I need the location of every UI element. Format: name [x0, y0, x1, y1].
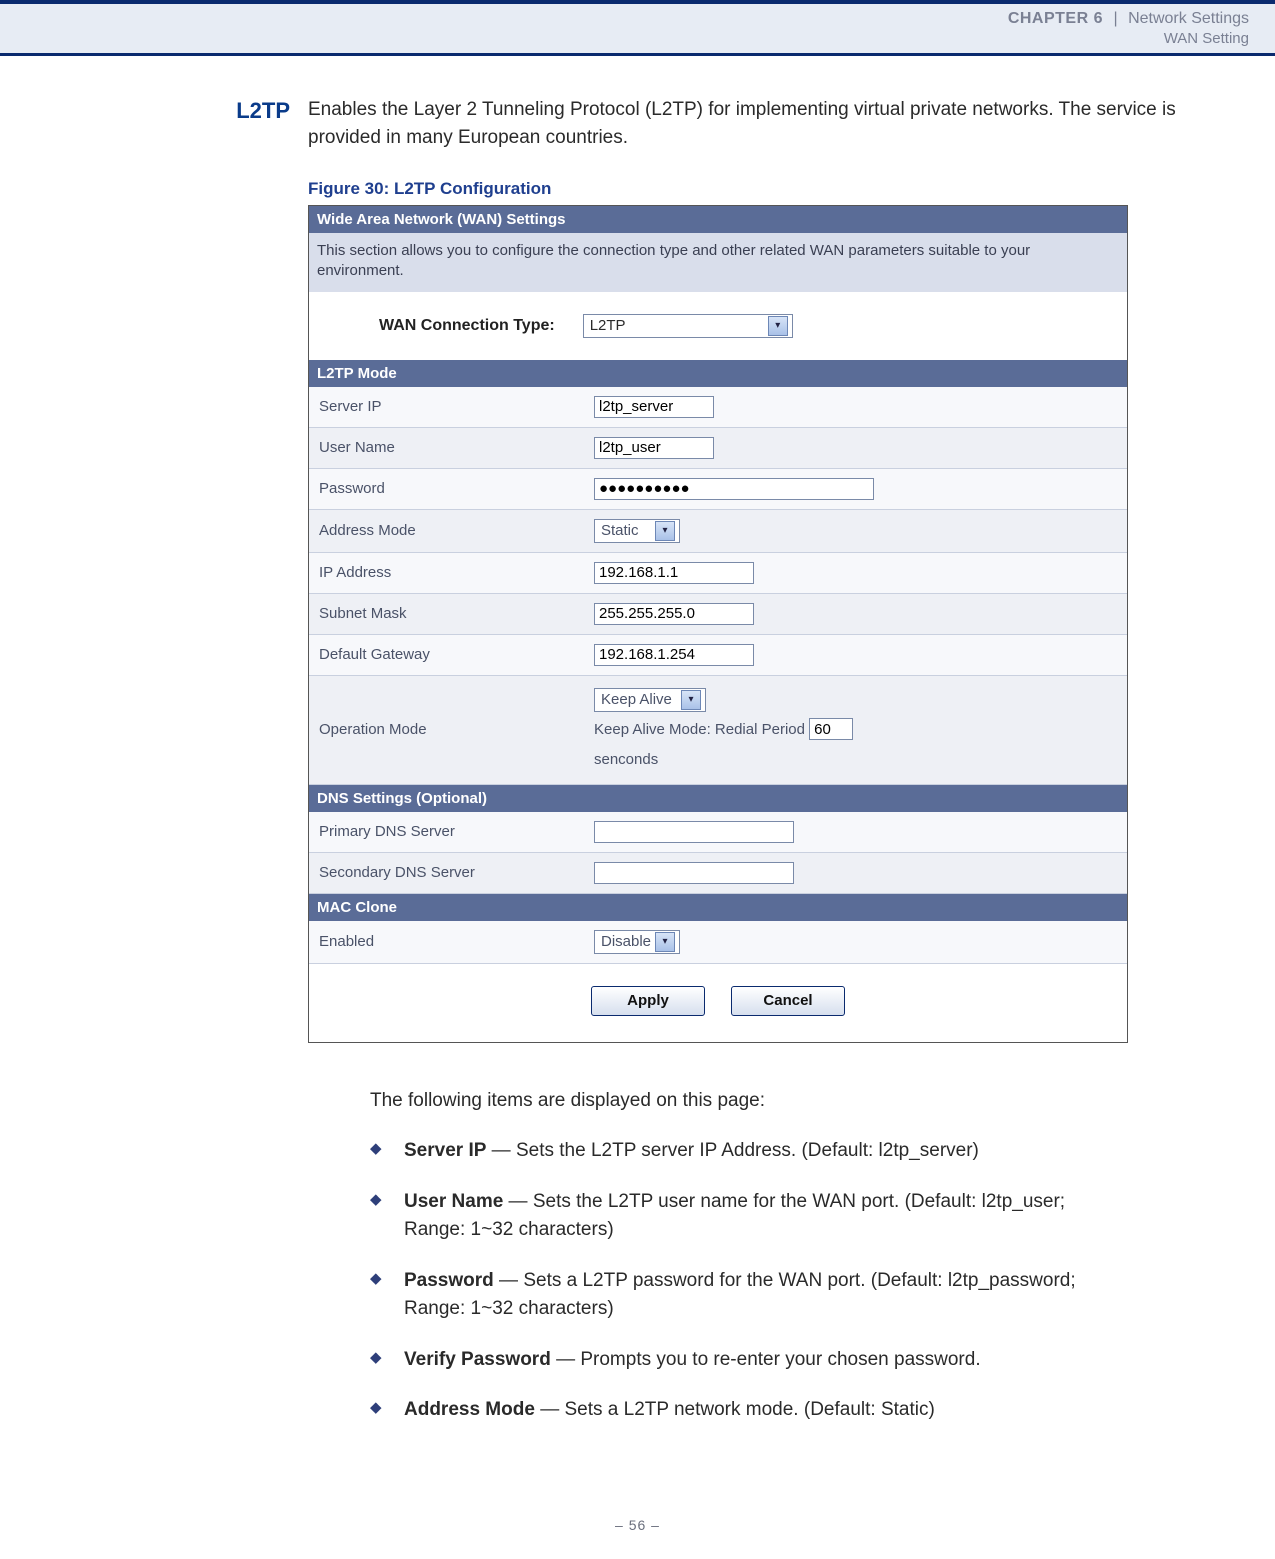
chevron-down-icon: ▾ [681, 690, 701, 710]
primary-dns-input[interactable] [594, 821, 794, 843]
item-term: Verify Password [404, 1349, 551, 1370]
table-row: Server IP [309, 387, 1127, 428]
operation-mode-value: Keep Alive [601, 685, 672, 715]
user-name-input[interactable] [594, 437, 714, 459]
default-gateway-label: Default Gateway [309, 634, 584, 675]
chevron-down-icon: ▾ [655, 932, 675, 952]
address-mode-value: Static [601, 522, 639, 539]
item-desc: — Sets the L2TP server IP Address. (Defa… [486, 1140, 978, 1161]
item-term: User Name [404, 1191, 503, 1212]
section-lead-text: Enables the Layer 2 Tunneling Protocol (… [308, 96, 1185, 151]
list-item: Password — Sets a L2TP password for the … [370, 1267, 1130, 1346]
item-term: Password [404, 1270, 494, 1291]
dns-settings-header: DNS Settings (Optional) [309, 785, 1127, 812]
section-intro-row: L2TP Enables the Layer 2 Tunneling Proto… [90, 96, 1185, 151]
content-area: L2TP Enables the Layer 2 Tunneling Proto… [0, 56, 1275, 1477]
header-separator: | [1113, 10, 1117, 27]
table-row: Address Mode Static ▾ [309, 509, 1127, 552]
figure-caption: Figure 30: L2TP Configuration [308, 179, 1185, 199]
table-row: Password [309, 468, 1127, 509]
table-row: Default Gateway [309, 634, 1127, 675]
list-item: User Name — Sets the L2TP user name for … [370, 1188, 1130, 1267]
table-row: IP Address [309, 552, 1127, 593]
table-row: Enabled Disable ▾ [309, 921, 1127, 964]
primary-dns-label: Primary DNS Server [309, 812, 584, 853]
ip-address-input[interactable] [594, 562, 754, 584]
item-desc: — Prompts you to re-enter your chosen pa… [551, 1349, 981, 1370]
operation-mode-label: Operation Mode [309, 675, 584, 784]
item-desc: — Sets the L2TP user name for the WAN po… [404, 1191, 1065, 1241]
figure-screenshot: Wide Area Network (WAN) Settings This se… [308, 205, 1128, 1043]
button-row: Apply Cancel [309, 964, 1127, 1042]
list-item: Server IP — Sets the L2TP server IP Addr… [370, 1137, 1130, 1188]
address-mode-label: Address Mode [309, 509, 584, 552]
items-list: Server IP — Sets the L2TP server IP Addr… [370, 1137, 1130, 1447]
keep-alive-suffix: senconds [594, 751, 658, 768]
mac-clone-table: Enabled Disable ▾ [309, 921, 1127, 964]
list-item: Address Mode — Sets a L2TP network mode.… [370, 1396, 1130, 1447]
wan-connection-type-select[interactable]: L2TP ▾ [583, 314, 793, 338]
item-term: Server IP [404, 1140, 486, 1161]
table-row: Secondary DNS Server [309, 852, 1127, 893]
operation-mode-select[interactable]: Keep Alive ▾ [594, 688, 706, 712]
items-intro: The following items are displayed on thi… [370, 1087, 1130, 1116]
password-label: Password [309, 468, 584, 509]
page-number: – 56 – [0, 1477, 1275, 1559]
default-gateway-input[interactable] [594, 644, 754, 666]
cancel-button-label: Cancel [763, 992, 812, 1009]
apply-button[interactable]: Apply [591, 986, 705, 1016]
page: CHAPTER 6 | Network Settings WAN Setting… [0, 0, 1275, 1559]
list-item: Verify Password — Prompts you to re-ente… [370, 1346, 1130, 1397]
wan-connection-type-row: WAN Connection Type: L2TP ▾ [309, 292, 1127, 360]
wan-settings-header: Wide Area Network (WAN) Settings [309, 206, 1127, 233]
mac-enabled-select[interactable]: Disable ▾ [594, 930, 680, 954]
l2tp-settings-table: Server IP User Name Password Address Mod… [309, 387, 1127, 785]
subnet-mask-label: Subnet Mask [309, 593, 584, 634]
secondary-dns-label: Secondary DNS Server [309, 852, 584, 893]
apply-button-label: Apply [627, 992, 669, 1009]
table-row: Operation Mode Keep Alive ▾ Keep Alive M… [309, 675, 1127, 784]
subsection-name: WAN Setting [0, 30, 1249, 47]
item-desc: — Sets a L2TP password for the WAN port.… [404, 1270, 1076, 1320]
mac-clone-header: MAC Clone [309, 894, 1127, 921]
table-row: Subnet Mask [309, 593, 1127, 634]
server-ip-input[interactable] [594, 396, 714, 418]
mac-enabled-value: Disable [601, 933, 651, 950]
l2tp-mode-header: L2TP Mode [309, 360, 1127, 387]
secondary-dns-input[interactable] [594, 862, 794, 884]
items-description: The following items are displayed on thi… [370, 1087, 1130, 1447]
wan-connection-type-value: L2TP [590, 317, 626, 334]
page-header: CHAPTER 6 | Network Settings WAN Setting [0, 0, 1275, 56]
password-input[interactable] [594, 478, 874, 500]
item-desc: — Sets a L2TP network mode. (Default: St… [535, 1399, 935, 1420]
keep-alive-prefix: Keep Alive Mode: Redial Period [594, 721, 805, 738]
wan-settings-description: This section allows you to configure the… [309, 233, 1127, 292]
section-title: L2TP [90, 96, 290, 124]
section-name: Network Settings [1128, 10, 1249, 27]
table-row: Primary DNS Server [309, 812, 1127, 853]
mac-enabled-label: Enabled [309, 921, 584, 964]
address-mode-select[interactable]: Static ▾ [594, 519, 680, 543]
table-row: User Name [309, 427, 1127, 468]
dns-settings-table: Primary DNS Server Secondary DNS Server [309, 812, 1127, 894]
ip-address-label: IP Address [309, 552, 584, 593]
cancel-button[interactable]: Cancel [731, 986, 845, 1016]
chevron-down-icon: ▾ [768, 316, 788, 336]
redial-period-input[interactable] [809, 718, 853, 740]
item-term: Address Mode [404, 1399, 535, 1420]
user-name-label: User Name [309, 427, 584, 468]
server-ip-label: Server IP [309, 387, 584, 428]
wan-connection-type-label: WAN Connection Type: [379, 317, 555, 335]
chevron-down-icon: ▾ [655, 521, 675, 541]
subnet-mask-input[interactable] [594, 603, 754, 625]
chapter-label: CHAPTER 6 [1008, 10, 1103, 27]
